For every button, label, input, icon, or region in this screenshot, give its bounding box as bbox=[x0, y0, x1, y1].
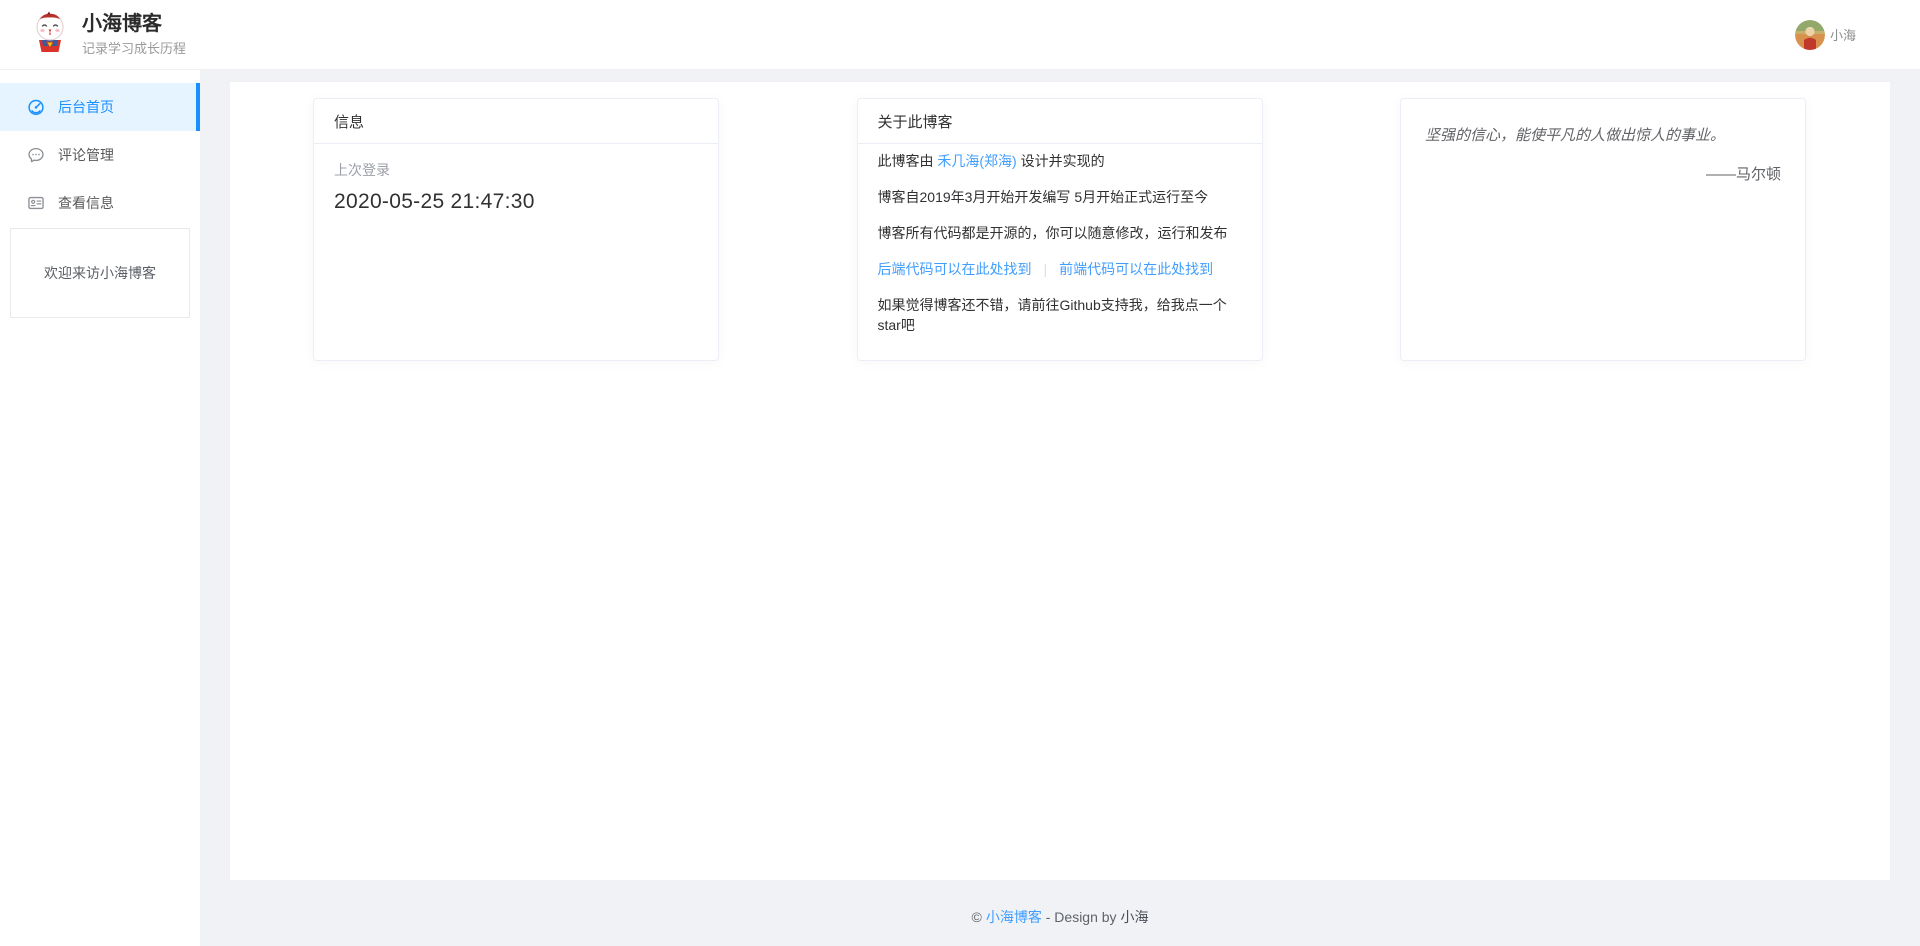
about-line-code-links: 后端代码可以在此处找到 | 前端代码可以在此处找到 bbox=[878, 259, 1242, 279]
frontend-code-link[interactable]: 前端代码可以在此处找到 bbox=[1059, 261, 1213, 277]
postcard-icon bbox=[27, 194, 45, 212]
username-label: 小海 bbox=[1830, 25, 1856, 44]
brand-home-link[interactable]: 小海博客 记录学习成长历程 bbox=[30, 11, 186, 58]
site-title: 小海博客 bbox=[82, 12, 186, 36]
quote-text: 坚强的信心，能使平凡的人做出惊人的事业。 bbox=[1425, 125, 1781, 147]
about-card-header: 关于此博客 bbox=[858, 99, 1262, 144]
about-card-body: 此博客由 禾几海(郑海) 设计并实现的 博客自2019年3月开始开发编写 5月开… bbox=[858, 144, 1262, 361]
info-card-title: 信息 bbox=[334, 111, 364, 132]
last-login-label: 上次登录 bbox=[334, 160, 698, 180]
about-line-author: 此博客由 禾几海(郑海) 设计并实现的 bbox=[878, 151, 1242, 171]
site-subtitle: 记录学习成长历程 bbox=[82, 38, 186, 57]
main-panel: 信息 上次登录 2020-05-25 21:47:30 关于此博客 此博客由 禾… bbox=[230, 82, 1890, 880]
footer-author: 小海 bbox=[1120, 909, 1148, 925]
sidebar-item-comments[interactable]: 评论管理 bbox=[0, 131, 200, 179]
sidebar-item-view-info[interactable]: 查看信息 bbox=[0, 179, 200, 227]
brand-text: 小海博客 记录学习成长历程 bbox=[82, 12, 186, 57]
sidebar: 后台首页 评论管理 bbox=[0, 70, 200, 946]
footer-divider-text: - Design by bbox=[1046, 909, 1117, 925]
footer-site-link[interactable]: 小海博客 bbox=[986, 909, 1042, 925]
info-card-header: 信息 bbox=[314, 99, 718, 144]
about-line-opensource: 博客所有代码都是开源的，你可以随意修改，运行和发布 bbox=[878, 223, 1242, 243]
sidebar-menu: 后台首页 评论管理 bbox=[0, 83, 200, 227]
info-card: 信息 上次登录 2020-05-25 21:47:30 bbox=[313, 98, 719, 361]
about-card: 关于此博客 此博客由 禾几海(郑海) 设计并实现的 博客自2019年3月开始开发… bbox=[857, 98, 1263, 361]
mascot-logo-icon bbox=[30, 11, 70, 58]
about-line-star: 如果觉得博客还不错，请前往Github支持我，给我点一个star吧 bbox=[878, 295, 1242, 335]
quote-card: 坚强的信心，能使平凡的人做出惊人的事业。 ——马尔顿 bbox=[1400, 98, 1806, 361]
link-separator: | bbox=[1044, 261, 1048, 277]
about-author-prefix: 此博客由 bbox=[878, 153, 938, 169]
user-avatar-icon bbox=[1795, 20, 1825, 50]
user-menu[interactable]: 小海 bbox=[1795, 20, 1856, 50]
sidebar-item-label: 后台首页 bbox=[58, 97, 114, 117]
welcome-box: 欢迎来访小海博客 bbox=[10, 228, 190, 318]
cards-row: 信息 上次登录 2020-05-25 21:47:30 关于此博客 此博客由 禾… bbox=[230, 82, 1890, 361]
last-login-value: 2020-05-25 21:47:30 bbox=[334, 190, 698, 214]
quote-card-body: 坚强的信心，能使平凡的人做出惊人的事业。 ——马尔顿 bbox=[1401, 99, 1805, 208]
sidebar-item-dashboard[interactable]: 后台首页 bbox=[0, 83, 200, 131]
author-profile-link[interactable]: 禾几海(郑海) bbox=[937, 153, 1016, 169]
info-card-body: 上次登录 2020-05-25 21:47:30 bbox=[314, 144, 718, 224]
about-card-title: 关于此博客 bbox=[878, 111, 953, 132]
sidebar-item-label: 查看信息 bbox=[58, 193, 114, 213]
app-header: 小海博客 记录学习成长历程 小海 bbox=[0, 0, 1920, 70]
about-line-history: 博客自2019年3月开始开发编写 5月开始正式运行至今 bbox=[878, 187, 1242, 207]
welcome-text: 欢迎来访小海博客 bbox=[44, 263, 156, 283]
sidebar-item-label: 评论管理 bbox=[58, 145, 114, 165]
odometer-icon bbox=[27, 98, 45, 116]
chat-bubble-icon bbox=[27, 146, 45, 164]
about-author-suffix: 设计并实现的 bbox=[1017, 153, 1105, 169]
page-footer: ©小海博客 - Design by 小海 bbox=[230, 902, 1890, 932]
quote-author: ——马尔顿 bbox=[1425, 163, 1781, 184]
backend-code-link[interactable]: 后端代码可以在此处找到 bbox=[878, 261, 1032, 277]
copyright-symbol: © bbox=[972, 909, 982, 925]
